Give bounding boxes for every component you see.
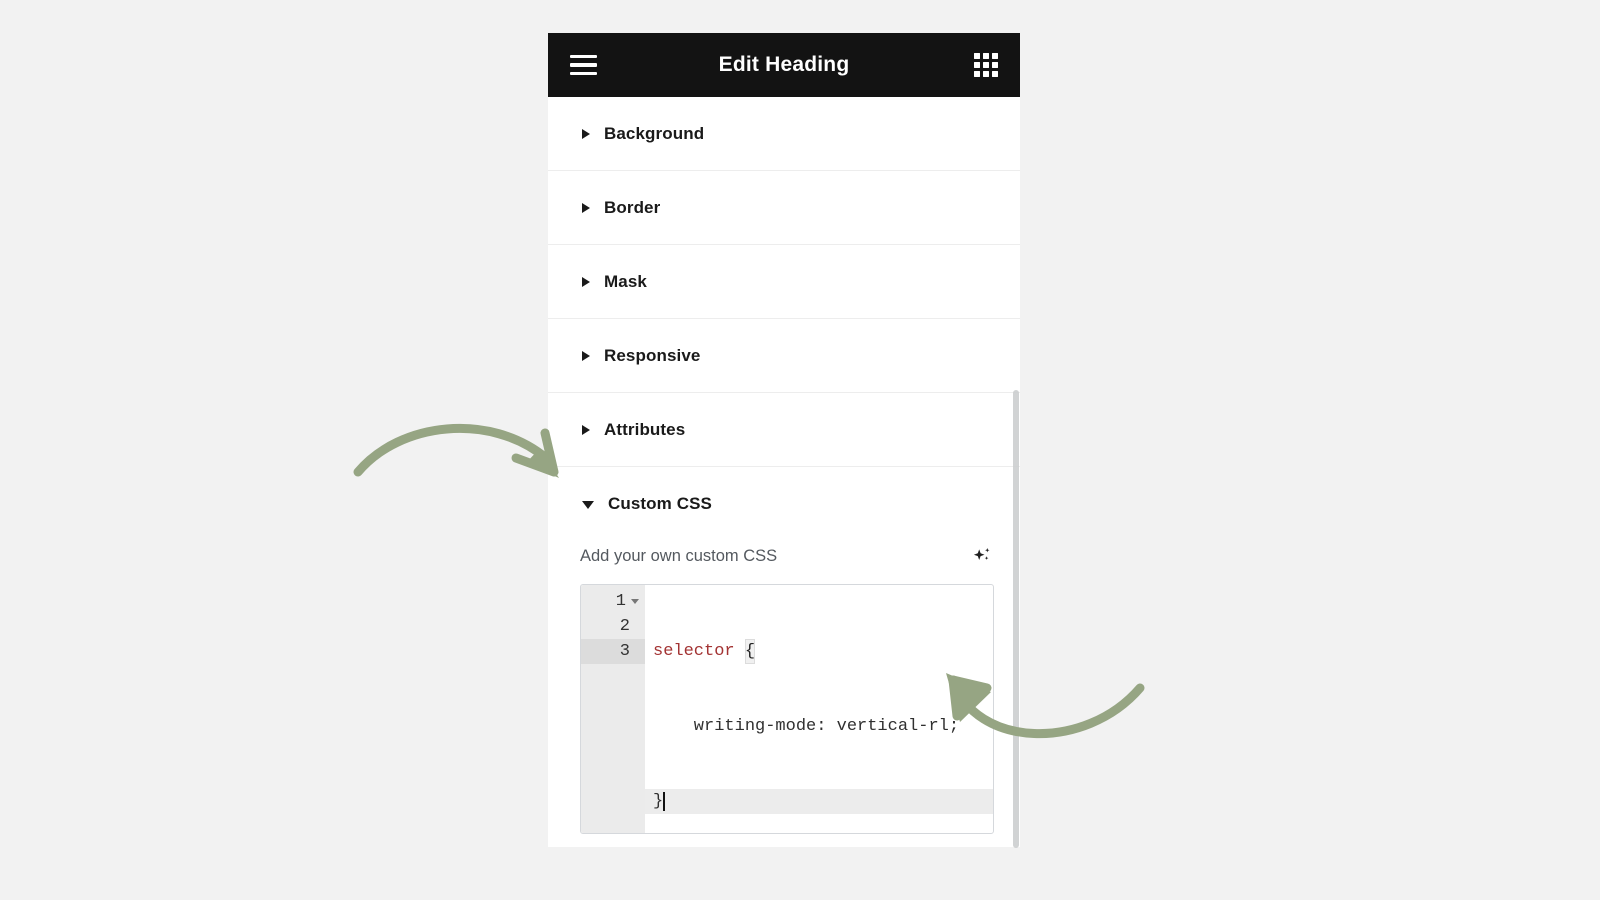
line-number-row[interactable]: 1 [581,589,645,614]
hamburger-menu-icon[interactable] [570,55,597,75]
page-title: Edit Heading [718,53,850,76]
section-label: Attributes [604,419,686,439]
hamburger-bar [570,55,597,59]
section-header-responsive[interactable]: Responsive [548,319,1020,392]
css-declaration: writing-mode: vertical-rl; [653,717,960,736]
fold-toggle-icon[interactable] [631,599,639,604]
hamburger-bar [570,71,597,75]
css-close-brace-token: } [653,792,664,811]
triangle-right-icon [582,350,590,361]
triangle-right-icon [582,424,590,435]
panel-scrollbar[interactable] [1013,390,1019,848]
ai-sparkle-icon[interactable] [970,544,994,568]
section-label: Mask [604,271,647,291]
code-line-2[interactable]: writing-mode: vertical-rl; [645,714,993,739]
hamburger-bar [570,63,597,67]
css-open-brace-token: { [744,639,756,664]
triangle-right-icon [582,128,590,139]
edit-heading-panel: Edit Heading Background Border Mask Resp… [548,33,1020,847]
section-label: Responsive [604,345,701,365]
section-header-attributes[interactable]: Attributes [548,393,1020,466]
custom-css-hint-row: Add your own custom CSS [580,540,994,584]
section-header-mask[interactable]: Mask [548,245,1020,318]
line-number: 2 [619,617,630,636]
line-number: 1 [615,592,626,611]
screen: Edit Heading Background Border Mask Resp… [0,0,1600,900]
section-header-border[interactable]: Border [548,171,1020,244]
css-selector-token: selector [653,642,735,661]
section-label: Border [604,197,661,217]
editor-gutter: 1 2 3 [581,585,645,833]
section-background: Background [548,97,1020,171]
triangle-right-icon [582,276,590,287]
section-border: Border [548,171,1020,245]
line-number: 3 [619,642,630,661]
section-label: Background [604,123,705,143]
section-mask: Mask [548,245,1020,319]
section-custom-css: Custom CSS Add your own custom CSS 1 2 3… [548,467,1020,834]
code-line-1[interactable]: selector { [645,639,993,664]
triangle-right-icon [582,202,590,213]
section-responsive: Responsive [548,319,1020,393]
triangle-down-icon [582,501,594,509]
section-header-custom-css[interactable]: Custom CSS [548,467,1020,540]
section-label: Custom CSS [608,493,712,513]
editor-code-area[interactable]: selector { writing-mode: vertical-rl; } [645,585,993,833]
code-line-3[interactable]: } [645,789,993,814]
section-attributes: Attributes [548,393,1020,467]
line-number-row[interactable]: 2 [581,614,645,639]
custom-css-code-editor[interactable]: 1 2 3 selector {writing-mode: vertical-… [580,584,994,834]
line-number-row-active[interactable]: 3 [581,639,645,664]
app-grid-icon[interactable] [974,53,998,77]
text-cursor [663,792,665,811]
panel-header: Edit Heading [548,33,1020,97]
custom-css-hint: Add your own custom CSS [580,546,778,565]
custom-css-body: Add your own custom CSS 1 2 3 selector {… [548,540,1020,834]
section-header-background[interactable]: Background [548,97,1020,170]
